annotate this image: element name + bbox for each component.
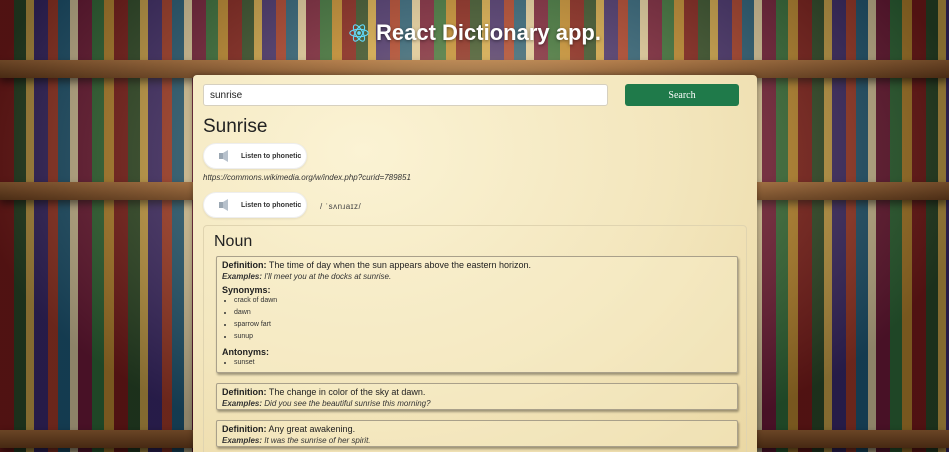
definition-card: Definition: Any great awakening. Example… (216, 420, 738, 447)
search-button[interactable]: Search (625, 84, 739, 106)
word-title: Sunrise (203, 116, 268, 137)
example-label: Examples: (222, 436, 263, 445)
example-label: Examples: (222, 272, 263, 281)
definition-text: The change in color of the sky at dawn. (268, 387, 426, 397)
synonym-item: dawn (234, 307, 732, 319)
listen-phonetic-button[interactable]: Listen to phonetic (203, 192, 307, 218)
definition-text: Any great awakening. (268, 424, 356, 434)
synonyms-heading: Synonyms: (222, 285, 271, 295)
listen-phonetic-button[interactable]: Listen to phonetic (203, 143, 307, 169)
listen-phonetic-label: Listen to phonetic (241, 152, 302, 160)
search-form: Search (203, 84, 739, 106)
synonym-item: sunup (234, 331, 732, 343)
synonyms-list: crack of dawn dawn sparrow fart sunup (222, 295, 732, 343)
speaker-icon (219, 150, 228, 162)
dictionary-panel: Search Sunrise Listen to phonetic https:… (193, 75, 757, 452)
antonyms-heading: Antonyms: (222, 347, 269, 357)
react-logo-icon (349, 24, 369, 42)
definition-label: Definition: (222, 424, 267, 434)
app-title: React Dictionary app. (376, 20, 601, 45)
example-text: Did you see the beautiful sunrise this m… (264, 399, 431, 408)
antonyms-list: sunset (222, 357, 732, 369)
definition-text: The time of day when the sun appears abo… (268, 260, 532, 270)
part-of-speech: Noun (214, 233, 253, 250)
definition-card: Definition: The time of day when the sun… (216, 256, 738, 373)
definition-label: Definition: (222, 260, 267, 270)
example-text: I'll meet you at the docks at sunrise. (264, 272, 392, 281)
synonym-item: crack of dawn (234, 295, 732, 307)
search-input[interactable] (203, 84, 608, 106)
definition-card: Definition: The change in color of the s… (216, 383, 738, 410)
antonym-item: sunset (234, 357, 732, 369)
meaning-section: Noun Definition: The time of day when th… (203, 225, 747, 452)
app-header: React Dictionary app. (0, 20, 949, 46)
phonetic-transcription: / ˈsʌnɹaɪz/ (320, 202, 362, 211)
example-label: Examples: (222, 399, 263, 408)
speaker-icon (219, 199, 228, 211)
audio-source-url: https://commons.wikimedia.org/w/index.ph… (203, 173, 411, 182)
definition-label: Definition: (222, 387, 267, 397)
listen-phonetic-label: Listen to phonetic (241, 201, 302, 209)
synonym-item: sparrow fart (234, 319, 732, 331)
example-text: It was the sunrise of her spirit. (264, 436, 371, 445)
page: { "app": { "title": "React Dictionary ap… (0, 0, 949, 452)
